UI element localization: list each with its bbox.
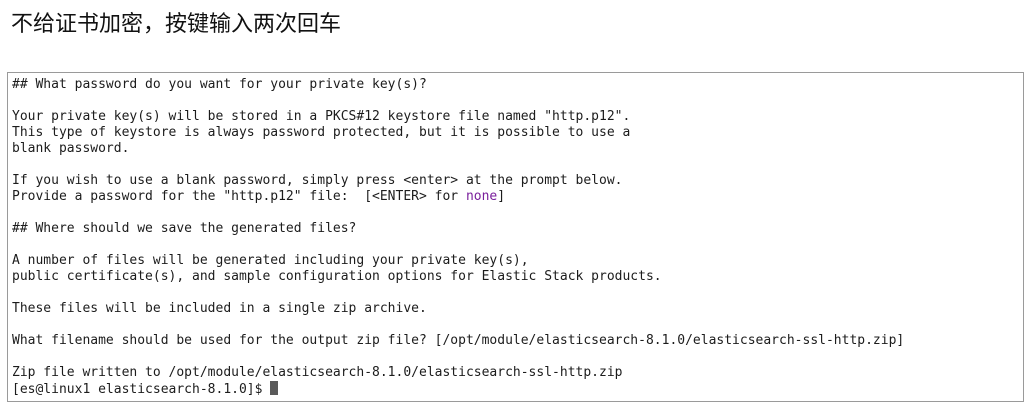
shell-prompt: [es@linux1 elasticsearch-8.1.0]$ bbox=[12, 382, 271, 397]
terminal-window[interactable]: ## What password do you want for your pr… bbox=[7, 72, 1024, 402]
terminal-line: public certificate(s), and sample config… bbox=[12, 269, 662, 284]
terminal-line: blank password. bbox=[12, 141, 130, 156]
prompt-close-bracket: ] bbox=[497, 189, 506, 204]
terminal-line: Your private key(s) will be stored in a … bbox=[12, 109, 631, 124]
none-keyword: none bbox=[465, 189, 498, 204]
terminal-line: This type of keystore is always password… bbox=[12, 125, 631, 140]
terminal-line-heading-password: ## What password do you want for your pr… bbox=[12, 77, 427, 92]
terminal-line: Zip file written to /opt/module/elastics… bbox=[12, 365, 623, 380]
terminal-line-filename-prompt: What filename should be used for the out… bbox=[12, 333, 905, 348]
terminal-line: A number of files will be generated incl… bbox=[12, 253, 529, 268]
terminal-line: If you wish to use a blank password, sim… bbox=[12, 173, 623, 188]
terminal-line-password-prompt: Provide a password for the "http.p12" fi… bbox=[12, 189, 1023, 205]
terminal-line: These files will be included in a single… bbox=[12, 301, 427, 316]
text-cursor bbox=[270, 381, 279, 395]
prompt-text: Provide a password for the "http.p12" fi… bbox=[12, 189, 466, 204]
caption-text: 不给证书加密，按键输入两次回车 bbox=[11, 12, 342, 37]
terminal-line-heading-save: ## Where should we save the generated fi… bbox=[12, 221, 357, 236]
shell-prompt-line[interactable]: [es@linux1 elasticsearch-8.1.0]$ bbox=[12, 381, 1023, 397]
